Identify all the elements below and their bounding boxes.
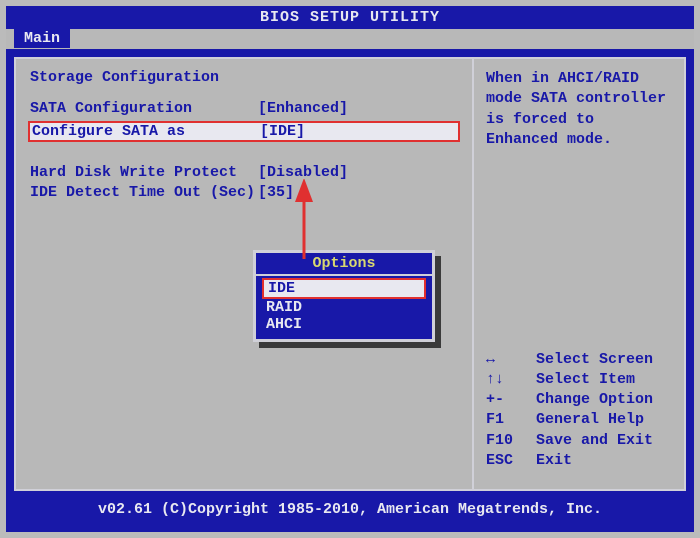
setting-label: Configure SATA as: [32, 123, 260, 140]
tab-main[interactable]: Main: [14, 29, 70, 48]
setting-sata-configuration[interactable]: SATA Configuration [Enhanced]: [30, 100, 458, 117]
setting-label: IDE Detect Time Out (Sec): [30, 184, 258, 201]
tab-bar: Main: [6, 29, 694, 49]
option-ahci[interactable]: AHCI: [256, 316, 432, 333]
nav-key: +-: [486, 390, 536, 410]
option-raid[interactable]: RAID: [256, 299, 432, 316]
setting-configure-sata-as[interactable]: Configure SATA as [IDE]: [28, 121, 460, 142]
setting-value: [IDE]: [260, 123, 305, 140]
main-area: Storage Configuration SATA Configuration…: [6, 49, 694, 497]
nav-change-option: +-Change Option: [486, 390, 653, 410]
nav-key: ↑↓: [486, 370, 536, 390]
nav-label: Select Screen: [536, 350, 653, 370]
setting-label: Hard Disk Write Protect: [30, 164, 258, 181]
nav-key: ESC: [486, 451, 536, 471]
setting-label: SATA Configuration: [30, 100, 258, 117]
nav-label: Select Item: [536, 370, 635, 390]
nav-general-help: F1General Help: [486, 410, 653, 430]
nav-key: ↔: [486, 350, 536, 370]
options-popup: Options IDE RAID AHCI: [253, 250, 435, 342]
nav-label: General Help: [536, 410, 644, 430]
section-title: Storage Configuration: [30, 69, 458, 86]
utility-title: BIOS SETUP UTILITY: [6, 6, 694, 29]
nav-select-item: ↑↓Select Item: [486, 370, 653, 390]
settings-panel: Storage Configuration SATA Configuration…: [14, 57, 474, 491]
nav-save-exit: F10Save and Exit: [486, 431, 653, 451]
nav-key: F10: [486, 431, 536, 451]
help-text: When in AHCI/RAID mode SATA controller i…: [486, 69, 672, 150]
nav-label: Exit: [536, 451, 572, 471]
option-ide[interactable]: IDE: [262, 278, 426, 299]
setting-value: [35]: [258, 184, 294, 201]
popup-title: Options: [256, 255, 432, 276]
setting-ide-timeout[interactable]: IDE Detect Time Out (Sec) [35]: [30, 184, 458, 201]
bios-window: BIOS SETUP UTILITY Main Storage Configur…: [6, 6, 694, 532]
nav-key: F1: [486, 410, 536, 430]
nav-label: Change Option: [536, 390, 653, 410]
nav-keys: ↔Select Screen ↑↓Select Item +-Change Op…: [486, 350, 653, 472]
setting-hd-write-protect[interactable]: Hard Disk Write Protect [Disabled]: [30, 164, 458, 181]
setting-value: [Enhanced]: [258, 100, 348, 117]
nav-exit: ESCExit: [486, 451, 653, 471]
setting-value: [Disabled]: [258, 164, 348, 181]
nav-label: Save and Exit: [536, 431, 653, 451]
help-panel: When in AHCI/RAID mode SATA controller i…: [474, 57, 686, 491]
footer-copyright: v02.61 (C)Copyright 1985-2010, American …: [6, 497, 694, 522]
nav-select-screen: ↔Select Screen: [486, 350, 653, 370]
